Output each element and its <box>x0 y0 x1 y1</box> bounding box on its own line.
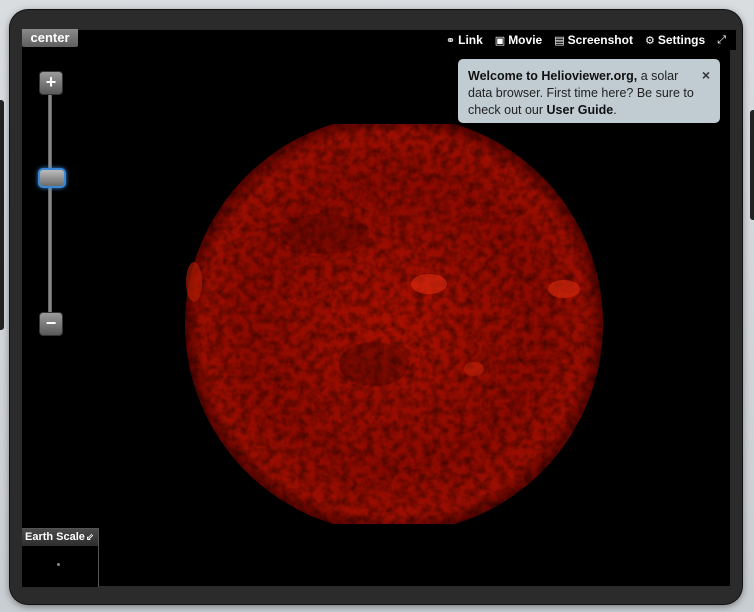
earth-icon <box>57 563 60 566</box>
fullscreen-icon: ⤢ <box>717 33 726 46</box>
zoom-out-button[interactable]: − <box>39 312 63 336</box>
movie-icon: ▣ <box>494 34 506 47</box>
welcome-message: Welcome to Helioviewer.org, a solar data… <box>458 59 720 123</box>
link-label: Link <box>458 33 483 47</box>
earth-scale-label: Earth Scale <box>25 531 85 543</box>
welcome-end: . <box>613 103 617 117</box>
left-panel-tab[interactable] <box>0 100 4 330</box>
welcome-title: Welcome to Helioviewer.org, <box>468 69 638 83</box>
earth-scale-header: Earth Scale ⇙ <box>22 529 98 546</box>
right-panel-tab[interactable] <box>750 110 754 220</box>
screenshot-label: Screenshot <box>567 33 633 47</box>
earth-scale-toggle-icon[interactable]: ⇙ <box>86 529 94 546</box>
settings-label: Settings <box>657 33 706 47</box>
viewer-toolbar: ⚭ Link ▣ Movie ▤ Screenshot ⚙ Settings ⤢ <box>446 30 736 50</box>
movie-button[interactable]: ▣ Movie <box>495 33 542 47</box>
screenshot-button[interactable]: ▤ Screenshot <box>554 33 633 47</box>
link-icon: ⚭ <box>445 34 456 47</box>
screenshot-icon: ▤ <box>554 34 565 47</box>
close-icon[interactable]: × <box>702 68 710 82</box>
fullscreen-button[interactable]: ⤢ <box>717 34 726 47</box>
settings-icon: ⚙ <box>644 34 655 47</box>
link-button[interactable]: ⚭ Link <box>446 33 483 47</box>
movie-label: Movie <box>508 33 543 47</box>
zoom-slider-handle[interactable] <box>38 168 66 188</box>
center-button[interactable]: center <box>22 29 78 47</box>
user-guide-link[interactable]: User Guide <box>547 103 614 117</box>
sun-image[interactable] <box>174 124 614 524</box>
settings-button[interactable]: ⚙ Settings <box>645 33 705 47</box>
earth-scale-panel: Earth Scale ⇙ <box>22 528 99 587</box>
zoom-slider-track[interactable] <box>48 92 52 314</box>
zoom-in-button[interactable]: + <box>39 71 63 95</box>
